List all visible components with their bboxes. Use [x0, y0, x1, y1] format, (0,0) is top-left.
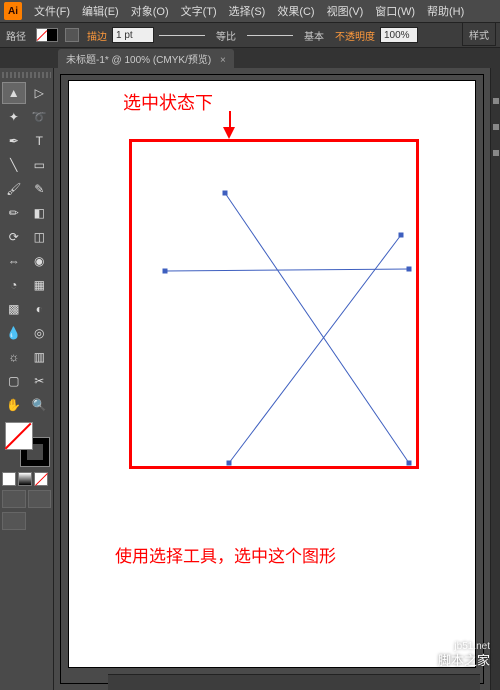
- app-logo-icon: Ai: [4, 2, 22, 20]
- hand-tool[interactable]: ✋: [2, 394, 26, 416]
- blend-tool[interactable]: ◎: [28, 322, 52, 344]
- pen-tool[interactable]: ✒: [2, 130, 26, 152]
- zoom-tool[interactable]: 🔍: [28, 394, 52, 416]
- menu-file[interactable]: 文件(F): [28, 3, 76, 19]
- mesh-tool[interactable]: ▩: [2, 298, 26, 320]
- blob-brush-tool[interactable]: ✎: [28, 178, 52, 200]
- panel-icon[interactable]: [493, 124, 499, 130]
- menu-view[interactable]: 视图(V): [321, 3, 370, 19]
- anchor-point[interactable]: [163, 269, 168, 274]
- status-bar: [108, 674, 480, 690]
- menu-help[interactable]: 帮助(H): [421, 3, 470, 19]
- control-bar: 路径 描边 1 pt 等比 基本 不透明度 100%: [0, 22, 500, 48]
- eraser-tool[interactable]: ◧: [28, 202, 52, 224]
- document-tab[interactable]: 未标题-1* @ 100% (CMYK/预览) ×: [58, 49, 234, 68]
- stroke-label[interactable]: 描边: [82, 28, 112, 43]
- selection-kind-label: 路径: [0, 28, 32, 43]
- type-tool[interactable]: T: [28, 130, 52, 152]
- color-mode-icon[interactable]: [2, 472, 16, 486]
- menubar: Ai 文件(F) 编辑(E) 对象(O) 文字(T) 选择(S) 效果(C) 视…: [0, 0, 500, 22]
- brush-definition[interactable]: [247, 35, 293, 36]
- close-icon[interactable]: ×: [220, 55, 226, 66]
- panel-icon[interactable]: [493, 150, 499, 156]
- anchor-point[interactable]: [223, 191, 228, 196]
- symbol-sprayer-tool[interactable]: ☼: [2, 346, 26, 368]
- anchor-point[interactable]: [407, 267, 412, 272]
- menu-effect[interactable]: 效果(C): [271, 3, 320, 19]
- tool-panel: ▲▷ ✦➰ ✒T ╲▭ 🖌✎ ✏◧ ⟳◫ ⇔◉ ◔▦ ▩◐ 💧◎ ☼▥ ▢✂ ✋…: [0, 68, 54, 690]
- opacity-field[interactable]: 100%: [380, 27, 418, 43]
- menu-object[interactable]: 对象(O): [125, 3, 175, 19]
- annotation-arrowhead-icon: [223, 127, 235, 139]
- paintbrush-tool[interactable]: 🖌: [2, 178, 26, 200]
- fill-stroke-control[interactable]: [5, 422, 49, 466]
- menu-window[interactable]: 窗口(W): [369, 3, 421, 19]
- anchor-point[interactable]: [407, 461, 412, 466]
- eyedropper-tool[interactable]: 💧: [2, 322, 26, 344]
- document-tab-strip: 未标题-1* @ 100% (CMYK/预览) ×: [0, 48, 500, 68]
- column-graph-tool[interactable]: ▥: [28, 346, 52, 368]
- annotation-top-text: 选中状态下: [123, 89, 213, 115]
- perspective-grid-tool[interactable]: ▦: [28, 274, 52, 296]
- artboard-tool[interactable]: ▢: [2, 370, 26, 392]
- menu-select[interactable]: 选择(S): [223, 3, 272, 19]
- gradient-mode-icon[interactable]: [18, 472, 32, 486]
- rotate-tool[interactable]: ⟳: [2, 226, 26, 248]
- workspace: ▲▷ ✦➰ ✒T ╲▭ 🖌✎ ✏◧ ⟳◫ ⇔◉ ◔▦ ▩◐ 💧◎ ☼▥ ▢✂ ✋…: [0, 68, 500, 690]
- magic-wand-tool[interactable]: ✦: [2, 106, 26, 128]
- brush-label: 基本: [298, 28, 330, 43]
- menu-type[interactable]: 文字(T): [175, 3, 223, 19]
- variable-width-profile[interactable]: [159, 35, 205, 36]
- pencil-tool[interactable]: ✏: [2, 202, 26, 224]
- annotation-bottom-text: 使用选择工具，选中这个图形: [115, 542, 336, 567]
- panel-grip-icon[interactable]: [2, 72, 51, 78]
- free-transform-tool[interactable]: ◉: [28, 250, 52, 272]
- stroke-swatch[interactable]: [65, 28, 79, 42]
- selected-paths[interactable]: [129, 139, 419, 469]
- profile-label: 等比: [210, 28, 242, 43]
- canvas-region: 选中状态下 使用选择工具，选中这个图形: [54, 68, 490, 690]
- slice-tool[interactable]: ✂: [28, 370, 52, 392]
- screen-mode-button[interactable]: [2, 512, 26, 530]
- right-panel-strip: [490, 68, 500, 690]
- normal-draw-mode[interactable]: [2, 490, 26, 508]
- menu-edit[interactable]: 编辑(E): [76, 3, 125, 19]
- direct-selection-tool[interactable]: ▷: [28, 82, 52, 104]
- gradient-tool[interactable]: ◐: [28, 298, 52, 320]
- width-tool[interactable]: ⇔: [2, 250, 26, 272]
- anchor-point[interactable]: [399, 233, 404, 238]
- scale-tool[interactable]: ◫: [28, 226, 52, 248]
- panel-icon[interactable]: [493, 98, 499, 104]
- document-tab-title: 未标题-1* @ 100% (CMYK/预览): [66, 55, 211, 66]
- fill-proxy-icon[interactable]: [5, 422, 33, 450]
- line-tool[interactable]: ╲: [2, 154, 26, 176]
- none-mode-icon[interactable]: [34, 472, 48, 486]
- style-dropdown[interactable]: 样式: [462, 22, 496, 46]
- shape-builder-tool[interactable]: ◔: [2, 274, 26, 296]
- rectangle-tool[interactable]: ▭: [28, 154, 52, 176]
- behind-draw-mode[interactable]: [28, 490, 52, 508]
- fill-swatch[interactable]: [36, 28, 58, 42]
- anchor-point[interactable]: [227, 461, 232, 466]
- lasso-tool[interactable]: ➰: [28, 106, 52, 128]
- opacity-label[interactable]: 不透明度: [330, 28, 380, 43]
- artboard[interactable]: 选中状态下 使用选择工具，选中这个图形: [69, 81, 475, 667]
- stroke-weight-field[interactable]: 1 pt: [112, 27, 154, 43]
- artboard-frame: 选中状态下 使用选择工具，选中这个图形: [60, 74, 484, 684]
- selection-tool[interactable]: ▲: [2, 82, 26, 104]
